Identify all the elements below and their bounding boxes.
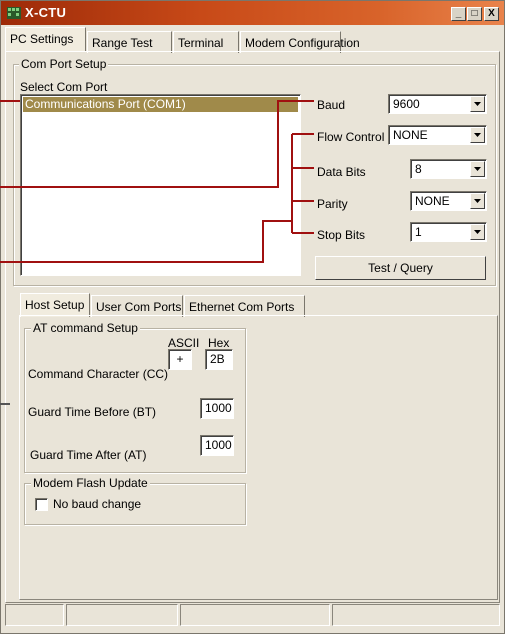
chevron-down-icon[interactable] bbox=[470, 96, 485, 112]
select-com-port-label: Select Com Port bbox=[20, 80, 108, 94]
stop-bits-label: Stop Bits bbox=[317, 228, 366, 242]
test-query-button[interactable]: Test / Query bbox=[315, 256, 486, 280]
flow-control-select[interactable]: NONE bbox=[388, 125, 487, 145]
at-command-setup-label: AT command Setup bbox=[31, 321, 140, 335]
tab-ethernet-com-ports[interactable]: Ethernet Com Ports bbox=[184, 295, 305, 317]
guard-time-before-field[interactable]: 1000 bbox=[200, 398, 234, 419]
parity-select[interactable]: NONE bbox=[410, 191, 487, 211]
data-bits-select[interactable]: 8 bbox=[410, 159, 487, 179]
cc-hex-field[interactable]: 2B bbox=[205, 349, 233, 370]
guard-time-before-label: Guard Time Before (BT) bbox=[28, 405, 157, 419]
tab-range-test[interactable]: Range Test bbox=[87, 31, 172, 53]
no-baud-change-label[interactable]: No baud change bbox=[53, 497, 141, 511]
com-port-list[interactable]: Communications Port (COM1) bbox=[20, 94, 301, 276]
chevron-down-icon[interactable] bbox=[470, 127, 485, 143]
cc-ascii-field[interactable]: + bbox=[168, 349, 192, 370]
stop-bits-value: 1 bbox=[415, 225, 422, 239]
status-pane-3 bbox=[180, 604, 330, 626]
baud-select[interactable]: 9600 bbox=[388, 94, 487, 114]
ascii-header: ASCII bbox=[168, 336, 200, 350]
guard-time-after-label: Guard Time After (AT) bbox=[30, 448, 147, 462]
command-character-label: Command Character (CC) bbox=[28, 367, 169, 381]
stop-bits-select[interactable]: 1 bbox=[410, 222, 487, 242]
status-pane-4 bbox=[332, 604, 500, 626]
parity-label: Parity bbox=[317, 197, 348, 211]
status-pane-2 bbox=[66, 604, 178, 626]
hex-header: Hex bbox=[208, 336, 230, 350]
tab-user-com-ports[interactable]: User Com Ports bbox=[91, 295, 183, 317]
tab-pc-settings[interactable]: PC Settings bbox=[5, 27, 86, 52]
com-port-setup-label: Com Port Setup bbox=[19, 57, 109, 71]
data-bits-value: 8 bbox=[415, 162, 422, 176]
tab-terminal[interactable]: Terminal bbox=[173, 31, 239, 53]
minimize-button[interactable]: _ bbox=[451, 7, 466, 21]
title-bar[interactable]: X-CTU _ □ X bbox=[1, 1, 504, 25]
chevron-down-icon[interactable] bbox=[470, 224, 485, 240]
flow-control-value: NONE bbox=[393, 128, 428, 142]
tab-modem-configuration[interactable]: Modem Configuration bbox=[240, 31, 360, 53]
flow-control-label: Flow Control bbox=[317, 130, 385, 144]
status-pane-1 bbox=[5, 604, 64, 626]
app-window: X-CTU _ □ X PC Settings Range Test Termi… bbox=[0, 0, 505, 634]
guard-time-after-field[interactable]: 1000 bbox=[200, 435, 234, 456]
baud-value: 9600 bbox=[393, 97, 420, 111]
chevron-down-icon[interactable] bbox=[470, 161, 485, 177]
tab-host-setup[interactable]: Host Setup bbox=[20, 293, 90, 317]
xctu-app-icon bbox=[7, 7, 21, 19]
chevron-down-icon[interactable] bbox=[470, 193, 485, 209]
baud-label: Baud bbox=[317, 98, 346, 112]
maximize-button[interactable]: □ bbox=[467, 7, 482, 21]
parity-value: NONE bbox=[415, 194, 450, 208]
no-baud-change-checkbox[interactable] bbox=[35, 498, 48, 511]
window-title: X-CTU bbox=[25, 5, 67, 20]
list-item-com1[interactable]: Communications Port (COM1) bbox=[23, 97, 298, 112]
data-bits-label: Data Bits bbox=[317, 165, 366, 179]
close-button[interactable]: X bbox=[484, 7, 499, 21]
modem-flash-update-label: Modem Flash Update bbox=[31, 476, 150, 490]
